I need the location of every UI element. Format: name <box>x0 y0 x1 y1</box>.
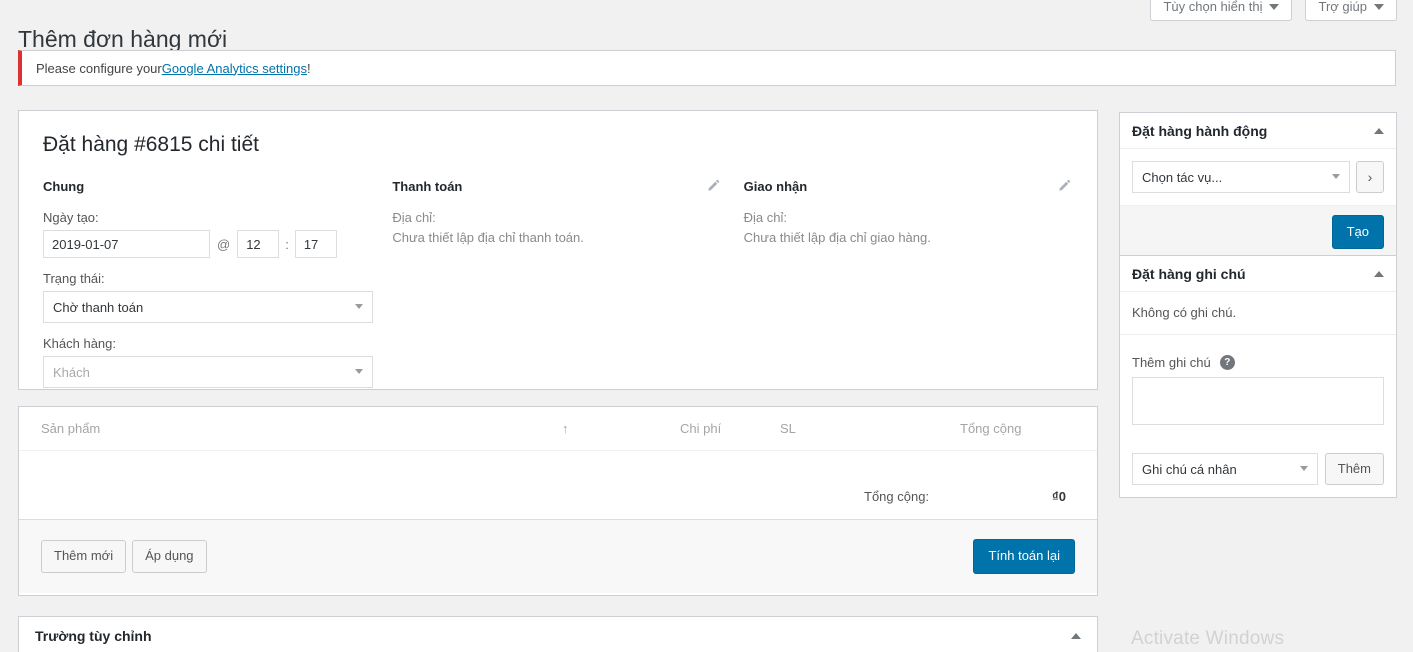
chevron-down-icon <box>355 304 363 309</box>
add-note-label-row: Thêm ghi chú ? <box>1132 355 1384 370</box>
note-type-select-wrap: Ghi chú cá nhân <box>1132 453 1318 486</box>
order-items-footer: Thêm mới Áp dụng Tính toán lại <box>19 519 1097 593</box>
shipping-address-value: Chưa thiết lập địa chỉ giao hàng. <box>743 230 931 245</box>
order-items-body: Tổng cộng: ₫0 <box>19 451 1097 519</box>
order-action-select[interactable]: Chọn tác vụ... <box>1132 161 1350 193</box>
chevron-down-icon <box>1299 466 1308 472</box>
order-actions-panel: Đặt hàng hành động Chọn tác vụ... › Tạo <box>1119 112 1397 260</box>
add-note-label: Thêm ghi chú <box>1132 355 1211 370</box>
order-notes-empty-message: Không có ghi chú. <box>1120 292 1396 335</box>
column-header-sort-arrow-icon[interactable]: ↑ <box>562 421 680 436</box>
order-status-select-wrap: Chờ thanh toán <box>43 291 373 323</box>
order-items-panel: Sản phẩm ↑ Chi phí SL Tổng cộng Tổng cộn… <box>18 406 1098 596</box>
order-shipping-column: Giao nhận Địa chỉ: Chưa thiết lập địa ch… <box>744 179 1073 401</box>
add-note-textarea[interactable] <box>1132 377 1384 425</box>
billing-address-label: Địa chỉ: <box>392 210 436 225</box>
custom-fields-title: Trường tùy chỉnh <box>35 628 152 644</box>
chevron-down-icon <box>355 369 363 374</box>
create-order-button[interactable]: Tạo <box>1331 215 1384 250</box>
order-total-value: ₫0 <box>1052 489 1066 504</box>
column-header-qty: SL <box>780 421 796 436</box>
order-action-row: Chọn tác vụ... › <box>1132 161 1384 193</box>
order-action-select-wrap: Chọn tác vụ... <box>1132 161 1350 193</box>
woocommerce-order-edit-screen: Tùy chọn hiển thị Trợ giúp Thêm đơn hàng… <box>0 0 1413 652</box>
custom-fields-panel: Trường tùy chỉnh <box>18 616 1098 652</box>
screen-options-label: Tùy chọn hiển thị <box>1163 0 1263 14</box>
order-notes-title: Đặt hàng ghi chú <box>1132 265 1246 282</box>
order-notes-header: Đặt hàng ghi chú <box>1120 256 1396 292</box>
add-note-footer: Ghi chú cá nhân Thêm <box>1120 442 1396 497</box>
shipping-address-label: Địa chỉ: <box>743 210 787 225</box>
help-tip-icon[interactable]: ? <box>1219 355 1235 370</box>
add-note-body: Thêm ghi chú ? <box>1120 335 1396 442</box>
chevron-up-icon[interactable] <box>1374 270 1384 277</box>
at-symbol: @ <box>217 236 231 252</box>
order-data-panel: Đặt hàng #6815 chi tiết Chung Ngày tạo: … <box>18 110 1098 390</box>
order-minute-input[interactable] <box>294 230 337 258</box>
apply-action-button[interactable]: › <box>1356 161 1384 193</box>
windows-activation-watermark: Activate Windows <box>1131 628 1285 649</box>
order-notes-panel: Đặt hàng ghi chú Không có ghi chú. Thêm … <box>1119 255 1397 499</box>
apply-button[interactable]: Áp dụng <box>132 540 207 573</box>
order-hour-input[interactable] <box>237 230 280 258</box>
add-note-button[interactable]: Thêm <box>1324 453 1384 486</box>
order-items-header: Sản phẩm ↑ Chi phí SL Tổng cộng <box>19 407 1097 451</box>
customer-select-wrap: Khách <box>43 356 373 388</box>
order-actions-footer: Tạo <box>1120 205 1396 259</box>
general-column-title: Chung <box>43 179 85 194</box>
date-created-row: @ : <box>43 230 392 258</box>
billing-address-value: Chưa thiết lập địa chỉ thanh toán. <box>392 230 584 245</box>
order-total-row: Tổng cộng: ₫0 <box>19 489 1097 504</box>
order-date-input[interactable] <box>43 230 210 258</box>
date-created-label: Ngày tạo: <box>43 210 99 225</box>
add-item-button[interactable]: Thêm mới <box>41 540 127 573</box>
customer-select[interactable]: Khách <box>43 356 373 388</box>
customer-label: Khách hàng: <box>43 336 117 351</box>
chevron-down-icon <box>1374 3 1384 10</box>
edit-billing-pencil-icon[interactable] <box>706 179 720 198</box>
admin-notice: Please configure your Google Analytics s… <box>18 50 1396 86</box>
order-actions-header: Đặt hàng hành động <box>1120 113 1396 149</box>
help-label: Trợ giúp <box>1318 0 1367 14</box>
column-header-cost: Chi phí <box>680 421 722 436</box>
order-items-actions: Thêm mới Áp dụng <box>41 540 207 573</box>
notice-text-after: ! <box>307 60 311 76</box>
help-button[interactable]: Trợ giúp <box>1305 0 1397 21</box>
order-actions-body: Chọn tác vụ... › <box>1120 149 1396 205</box>
note-type-select[interactable]: Ghi chú cá nhân <box>1132 453 1318 486</box>
order-total-label: Tổng cộng: <box>864 489 930 504</box>
screen-meta-links: Tùy chọn hiển thị Trợ giúp <box>1150 0 1397 21</box>
order-general-column: Chung Ngày tạo: @ : Trạng thái: Chờ than… <box>43 179 392 401</box>
notice-text-before: Please configure your <box>36 60 162 76</box>
order-actions-title: Đặt hàng hành động <box>1132 122 1268 139</box>
order-status-label: Trạng thái: <box>43 271 105 286</box>
order-billing-column: Thanh toán Địa chỉ: Chưa thiết lập địa c… <box>392 179 743 401</box>
column-header-total: Tổng cộng <box>960 421 1022 436</box>
chevron-up-icon[interactable] <box>1071 633 1081 639</box>
column-header-product: Sản phẩm <box>41 421 101 436</box>
order-status-select[interactable]: Chờ thanh toán <box>43 291 373 323</box>
google-analytics-settings-link[interactable]: Google Analytics settings <box>162 61 307 76</box>
edit-shipping-pencil-icon[interactable] <box>1057 179 1071 198</box>
billing-column-title: Thanh toán <box>392 179 463 194</box>
shipping-column-title: Giao nhận <box>743 179 808 194</box>
order-columns: Chung Ngày tạo: @ : Trạng thái: Chờ than… <box>43 179 1073 401</box>
chevron-down-icon <box>1332 174 1340 179</box>
order-heading: Đặt hàng #6815 chi tiết <box>43 133 259 156</box>
time-colon: : <box>285 236 289 252</box>
recalculate-button[interactable]: Tính toán lại <box>973 539 1075 574</box>
chevron-up-icon[interactable] <box>1374 127 1384 134</box>
screen-options-button[interactable]: Tùy chọn hiển thị <box>1150 0 1293 21</box>
chevron-down-icon <box>1269 3 1280 10</box>
